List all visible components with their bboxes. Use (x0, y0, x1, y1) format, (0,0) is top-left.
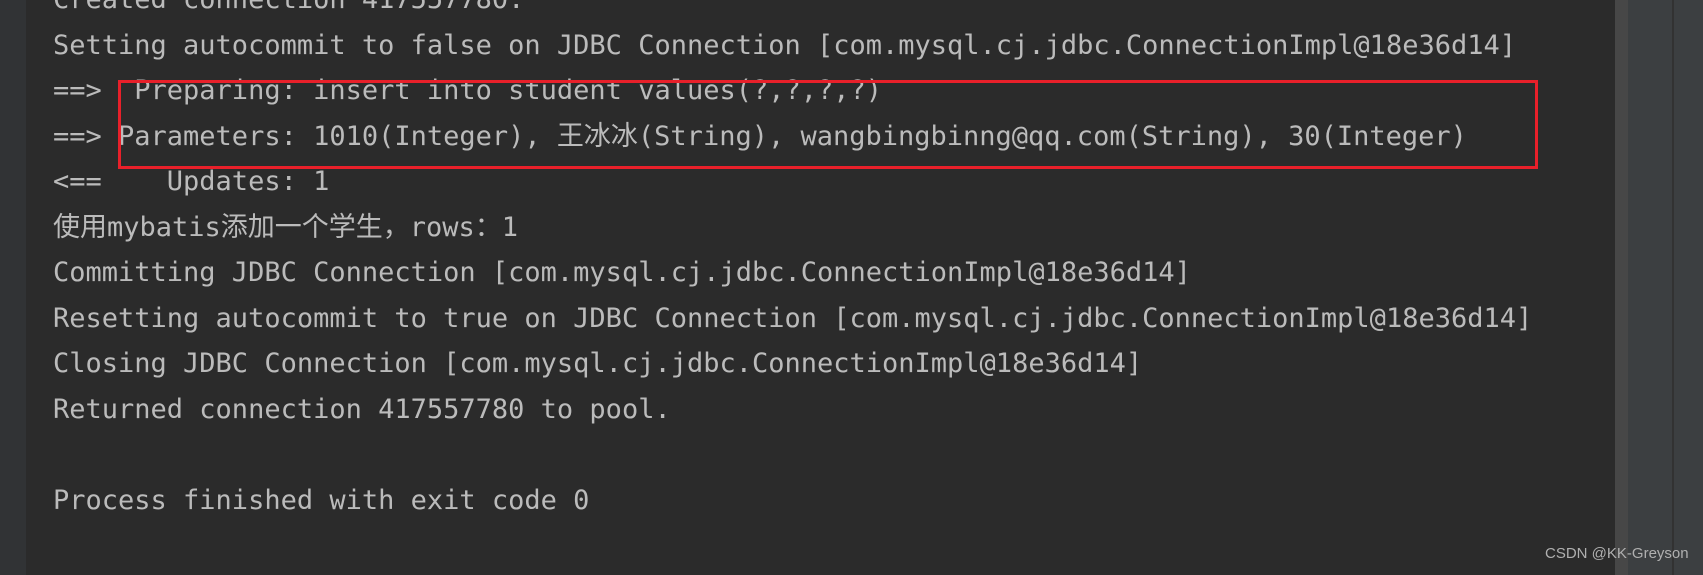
watermark: CSDN @KK-Greyson (1545, 545, 1689, 562)
log-line-preparing: ==> Preparing: insert into student value… (53, 75, 883, 106)
side-tool-panel (1628, 0, 1703, 575)
panel-divider (1672, 0, 1674, 575)
log-line-reset-autocommit: Resetting autocommit to true on JDBC Con… (53, 302, 1533, 334)
log-line-process-finished: Process finished with exit code 0 (53, 484, 590, 516)
log-line-created-connection: Created connection 417557780. (53, 0, 1532, 23)
console-gutter (0, 0, 26, 575)
console-output[interactable]: Created connection 417557780. Setting au… (26, 0, 1615, 575)
log-line-set-autocommit-false: Setting autocommit to false on JDBC Conn… (53, 29, 1516, 61)
log-line-empty (53, 432, 1532, 478)
log-line-rows: 使用mybatis添加一个学生，rows：1 (53, 211, 519, 243)
log-line-returned: Returned connection 417557780 to pool. (53, 393, 671, 425)
log-line-closing: Closing JDBC Connection [com.mysql.cj.jd… (53, 348, 1143, 379)
console-lines: Created connection 417557780. Setting au… (53, 0, 1532, 523)
log-line-parameters: ==> Parameters: 1010(Integer), 王冰冰(Strin… (53, 120, 1467, 152)
vertical-scrollbar[interactable] (1615, 0, 1628, 575)
log-line-updates: <== Updates: 1 (53, 166, 330, 197)
log-line-committing: Committing JDBC Connection [com.mysql.cj… (53, 257, 1191, 288)
